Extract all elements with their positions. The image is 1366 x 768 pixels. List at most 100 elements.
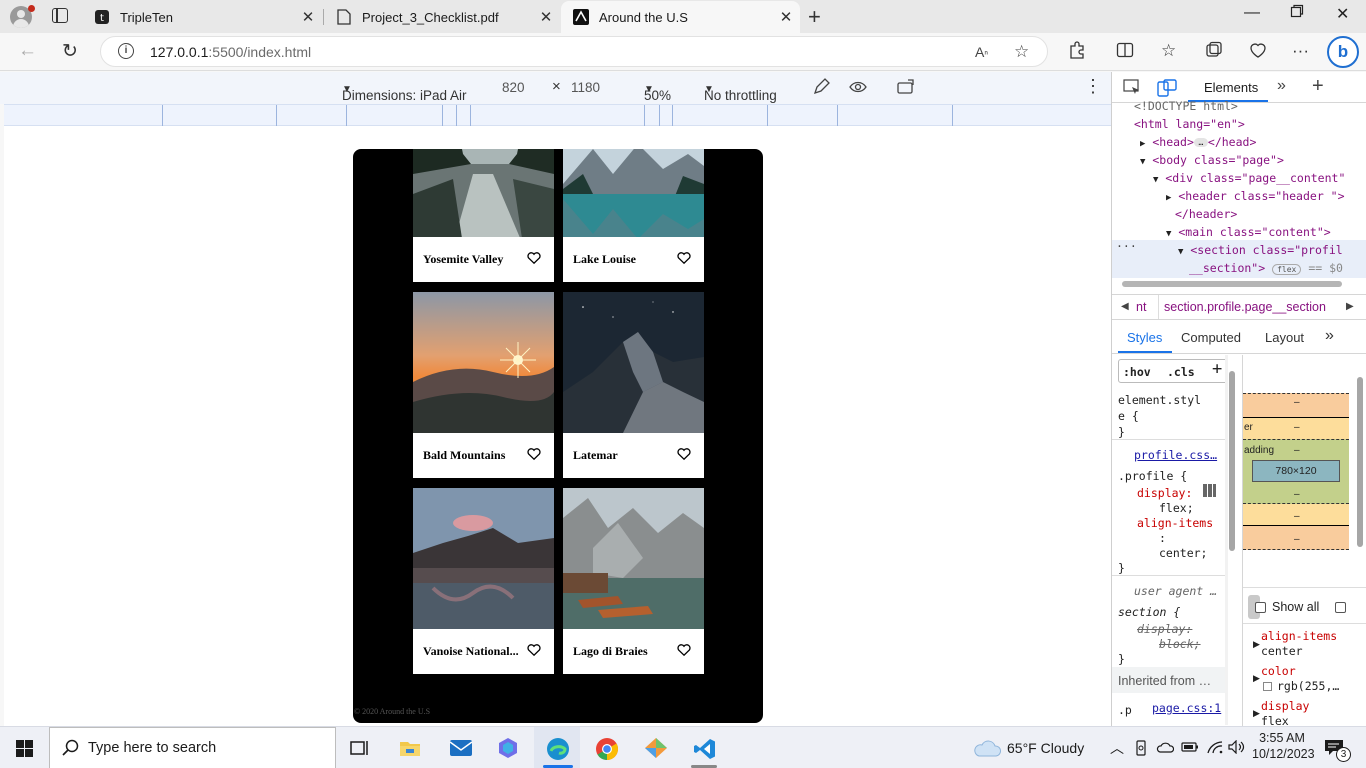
dimensions-select[interactable]: Dimensions: iPad Air ▼ bbox=[342, 80, 467, 103]
node-options-icon[interactable]: ··· bbox=[1116, 239, 1137, 253]
tab-checklist-pdf[interactable]: Project_3_Checklist.pdf ✕ bbox=[324, 1, 560, 33]
back-icon[interactable]: ← bbox=[18, 40, 37, 62]
like-heart-icon[interactable] bbox=[527, 643, 541, 657]
expand-arrow-icon[interactable]: ▶ bbox=[1140, 139, 1145, 149]
dom-html[interactable]: <html lang="en"> bbox=[1134, 117, 1245, 131]
card-image[interactable] bbox=[563, 292, 704, 433]
site-info-icon[interactable]: i bbox=[118, 43, 134, 59]
border-top-value[interactable]: – bbox=[1294, 422, 1300, 433]
edge-browser-icon[interactable] bbox=[546, 737, 569, 760]
battery-icon[interactable] bbox=[1181, 740, 1199, 757]
cls-toggle[interactable]: .cls bbox=[1167, 365, 1195, 379]
box-scrollbar[interactable] bbox=[1357, 377, 1363, 547]
split-screen-icon[interactable] bbox=[1116, 41, 1134, 64]
show-hidden-icons-icon[interactable]: ︿ bbox=[1110, 738, 1124, 758]
show-all-checkbox[interactable] bbox=[1255, 602, 1266, 613]
volume-icon[interactable] bbox=[1228, 739, 1246, 757]
collapse-arrow-icon[interactable]: ▼ bbox=[1166, 229, 1171, 239]
flex-badge[interactable]: flex bbox=[1272, 264, 1302, 275]
throttling-select[interactable]: No throttling ▼ bbox=[704, 80, 777, 103]
rotate-device-icon[interactable] bbox=[897, 79, 917, 98]
scroll-left-icon[interactable]: ◀ bbox=[1121, 301, 1129, 312]
wifi-icon[interactable] bbox=[1206, 740, 1224, 757]
copilot-app-icon[interactable] bbox=[497, 737, 519, 759]
app-diamond-icon[interactable] bbox=[644, 737, 667, 759]
more-tabs-icon[interactable]: » bbox=[1277, 77, 1286, 95]
bing-copilot-icon[interactable]: b bbox=[1327, 36, 1359, 68]
close-tab-icon[interactable]: ✕ bbox=[294, 8, 322, 26]
dom-hscrollbar[interactable] bbox=[1112, 279, 1366, 289]
css-val-flex[interactable]: flex; bbox=[1159, 501, 1194, 515]
zoom-select[interactable]: 50% ▼ bbox=[644, 80, 671, 103]
inspect-element-icon[interactable] bbox=[1123, 79, 1141, 100]
add-rule-icon[interactable]: + bbox=[1212, 359, 1222, 379]
close-tab-icon[interactable]: ✕ bbox=[772, 8, 800, 26]
border-bottom-value[interactable]: – bbox=[1294, 511, 1300, 522]
computed-prop-name[interactable]: display bbox=[1261, 699, 1309, 713]
card-image[interactable] bbox=[413, 149, 554, 245]
tab-tripleten[interactable]: t TripleTen ✕ bbox=[82, 1, 322, 33]
task-view-icon[interactable] bbox=[349, 737, 371, 759]
ellipsis-badge[interactable]: … bbox=[1193, 138, 1208, 147]
css-prop-display[interactable]: display: bbox=[1137, 486, 1192, 500]
margin-top-value[interactable]: – bbox=[1294, 397, 1300, 408]
weather-cloud-icon[interactable] bbox=[973, 739, 1002, 762]
dom-header-close[interactable]: </header> bbox=[1175, 207, 1237, 221]
dom-div-row[interactable]: ▼ <div class="page__content" bbox=[1153, 171, 1345, 185]
group-checkbox[interactable] bbox=[1335, 602, 1346, 613]
collapse-arrow-icon[interactable]: ▼ bbox=[1178, 247, 1183, 257]
weather-text[interactable]: 65°F Cloudy bbox=[1007, 740, 1084, 756]
card-image[interactable] bbox=[413, 488, 554, 629]
refresh-icon[interactable]: ↻ bbox=[62, 40, 78, 63]
hov-toggle[interactable]: :hov bbox=[1123, 365, 1151, 379]
collections-icon[interactable] bbox=[1205, 41, 1223, 64]
device-toggle-icon[interactable] bbox=[1157, 79, 1177, 100]
dom-doctype[interactable]: <!DOCTYPE html> bbox=[1134, 99, 1238, 113]
file-explorer-icon[interactable] bbox=[399, 737, 421, 759]
css-val-center[interactable]: center; bbox=[1159, 546, 1207, 560]
content-box[interactable]: 780×120 bbox=[1252, 460, 1340, 482]
onedrive-icon[interactable] bbox=[1156, 740, 1175, 757]
tab-layout[interactable]: Layout bbox=[1265, 330, 1304, 345]
address-bar[interactable]: i 127.0.0.1:5500/index.html Aⁿ ☆ bbox=[100, 36, 1048, 67]
clock[interactable]: 3:55 AM 10/12/2023 bbox=[1252, 731, 1315, 761]
card-image[interactable] bbox=[563, 149, 704, 245]
tab-computed[interactable]: Computed bbox=[1181, 330, 1241, 345]
extensions-icon[interactable] bbox=[1068, 41, 1086, 64]
dom-section-row[interactable]: ▼ <section class="profil bbox=[1178, 243, 1343, 257]
collapse-arrow-icon[interactable]: ▼ bbox=[1140, 157, 1145, 167]
breadcrumb-current[interactable]: section.profile.page__section bbox=[1158, 295, 1331, 319]
collapse-arrow-icon[interactable]: ▼ bbox=[1153, 175, 1158, 185]
padding-bottom-value[interactable]: – bbox=[1294, 489, 1300, 500]
padding-top-value[interactable]: – bbox=[1294, 445, 1300, 456]
color-swatch[interactable] bbox=[1263, 682, 1272, 691]
stylesheet-link[interactable]: profile.css… bbox=[1134, 448, 1217, 462]
dom-body-row[interactable]: ▼ <body class="page"> bbox=[1140, 153, 1284, 167]
read-aloud-icon[interactable]: Aⁿ bbox=[975, 42, 988, 62]
chrome-icon[interactable] bbox=[595, 737, 618, 760]
flex-editor-icon[interactable] bbox=[1202, 483, 1217, 501]
breadcrumb-prev[interactable]: nt bbox=[1136, 300, 1146, 314]
favorites-icon[interactable]: ☆ bbox=[1161, 41, 1176, 61]
minimize-icon[interactable]: — bbox=[1244, 4, 1260, 22]
close-tab-icon[interactable]: ✕ bbox=[532, 8, 560, 26]
tab-elements[interactable]: Elements bbox=[1204, 80, 1258, 95]
dom-header-row[interactable]: ▶ <header class="header "> bbox=[1166, 189, 1345, 203]
expand-arrow-icon[interactable]: ▶ bbox=[1253, 708, 1260, 719]
dom-main-row[interactable]: ▼ <main class="content"> bbox=[1166, 225, 1331, 239]
vscode-icon[interactable] bbox=[693, 737, 715, 759]
dom-section-cont[interactable]: __section"> flex == $0 bbox=[1189, 261, 1343, 275]
like-heart-icon[interactable] bbox=[527, 251, 541, 265]
sensors-pen-icon[interactable] bbox=[812, 78, 830, 99]
like-heart-icon[interactable] bbox=[677, 447, 691, 461]
vision-eye-icon[interactable] bbox=[849, 79, 867, 98]
computed-prop-name[interactable]: align-items bbox=[1261, 629, 1337, 643]
margin-bottom-value[interactable]: – bbox=[1294, 534, 1300, 545]
new-tab-icon[interactable]: + bbox=[808, 4, 821, 30]
add-tab-icon[interactable]: + bbox=[1312, 75, 1324, 98]
more-tabs-icon[interactable]: » bbox=[1325, 327, 1334, 345]
css-prop-align-items[interactable]: align-items bbox=[1137, 516, 1213, 530]
expand-arrow-icon[interactable]: ▶ bbox=[1166, 193, 1171, 203]
scroll-right-icon[interactable]: ▶ bbox=[1346, 301, 1354, 312]
tab-around-the-us[interactable]: Around the U.S ✕ bbox=[561, 1, 800, 33]
